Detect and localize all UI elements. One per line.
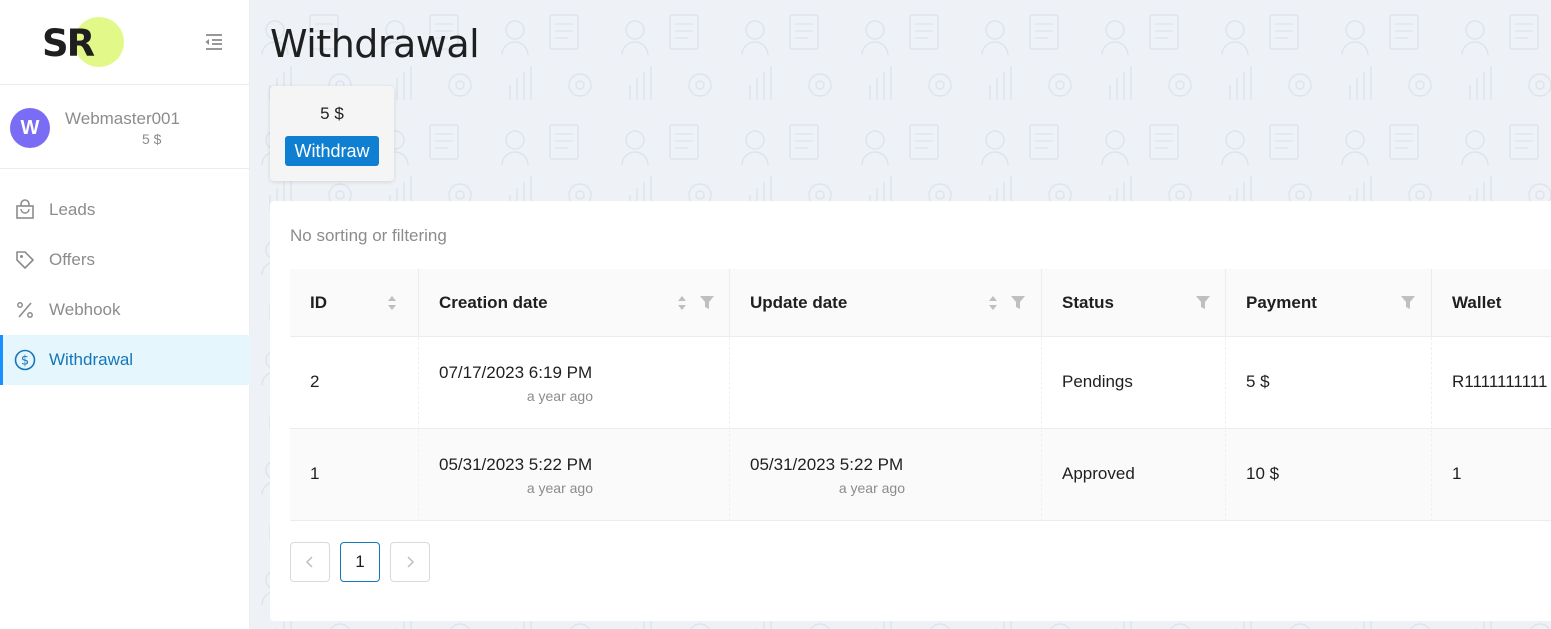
relative-time: a year ago [526, 388, 593, 404]
filter-icon[interactable] [700, 296, 714, 309]
cell-payment: 5 $ [1226, 337, 1432, 429]
table-row[interactable]: 1 05/31/2023 5:22 PM a year ago 05/31/20… [290, 429, 1551, 521]
svg-text:$: $ [21, 354, 29, 369]
menu-fold-icon[interactable] [203, 31, 225, 53]
chevron-left-icon [305, 556, 313, 568]
cell-wallet: 1 [1452, 464, 1462, 483]
user-profile[interactable]: W Webmaster001 5 $ [0, 85, 249, 169]
username: Webmaster001 [65, 109, 180, 128]
logo-text: SR [42, 22, 95, 65]
column-header-update-date[interactable]: Update date [730, 269, 1042, 337]
table-row[interactable]: 2 07/17/2023 6:19 PM a year ago Pendings… [290, 337, 1551, 429]
column-header-creation-date[interactable]: Creation date [419, 269, 730, 337]
cell-payment: 10 $ [1226, 429, 1432, 521]
filter-icon[interactable] [1401, 296, 1415, 309]
column-header-status[interactable]: Status [1042, 269, 1226, 337]
cell-creation-date: 07/17/2023 6:19 PM a year ago [419, 337, 730, 429]
cell-update-date: 05/31/2023 5:22 PM a year ago [730, 429, 1042, 521]
sidebar-item-label: Withdrawal [49, 350, 134, 369]
shopping-bag-icon [16, 199, 34, 219]
pagination-next-button[interactable] [390, 542, 430, 582]
cell-update-date [730, 337, 1042, 429]
cell-id: 1 [290, 429, 419, 521]
filter-icon[interactable] [1196, 296, 1210, 309]
column-label: Update date [750, 293, 848, 312]
pagination-prev-button[interactable] [290, 542, 330, 582]
main-content: Withdrawal 5 $ Withdraw No sorting or fi… [250, 0, 1551, 629]
logo-row: SR [0, 0, 249, 85]
balance-card: 5 $ Withdraw [270, 86, 394, 181]
column-label: Creation date [439, 293, 548, 312]
sidebar: SR W Webmaster001 5 $ Leads Offers Webho… [0, 0, 250, 629]
pagination-page-1[interactable]: 1 [340, 542, 380, 582]
chevron-right-icon [407, 556, 415, 568]
table-header: ID Creation date Update date Status Paym… [290, 269, 1551, 337]
filter-icon[interactable] [1011, 296, 1025, 309]
column-label: Wallet [1452, 293, 1502, 312]
sidebar-item-offers[interactable]: Offers [0, 235, 250, 285]
cell-creation-date: 05/31/2023 5:22 PM a year ago [419, 429, 730, 521]
balance-amount: 5 $ [320, 104, 344, 123]
column-header-wallet[interactable]: Wallet [1432, 269, 1551, 337]
column-label: Status [1062, 293, 1114, 312]
column-header-id[interactable]: ID [290, 269, 419, 337]
sidebar-item-label: Leads [49, 200, 96, 219]
cell-id: 2 [290, 337, 419, 429]
dollar-circle-icon: $ [14, 349, 36, 371]
sidebar-item-webhook[interactable]: Webhook [0, 285, 250, 335]
cell-status: Pendings [1042, 337, 1226, 429]
sidebar-item-label: Webhook [49, 300, 121, 319]
percent-icon [17, 302, 33, 318]
avatar[interactable]: W [10, 108, 50, 148]
filter-status-text: No sorting or filtering [290, 226, 447, 245]
column-label: Payment [1246, 293, 1317, 312]
user-balance: 5 $ [142, 131, 162, 147]
cell-wallet: R1111111111 [1452, 372, 1548, 391]
sidebar-item-withdrawal[interactable]: $ Withdrawal [0, 335, 250, 385]
relative-time: a year ago [526, 480, 593, 496]
sidebar-menu: Leads Offers Webhook $ Withdrawal [0, 185, 250, 385]
withdrawals-panel: No sorting or filtering ID Creation date [270, 201, 1551, 621]
page-title: Withdrawal [270, 22, 480, 66]
app-logo[interactable]: SR [42, 16, 124, 68]
cell-status: Approved [1042, 429, 1226, 521]
sidebar-item-label: Offers [49, 250, 95, 269]
withdraw-button[interactable]: Withdraw [285, 136, 379, 166]
column-label: ID [310, 293, 327, 312]
sidebar-item-leads[interactable]: Leads [0, 185, 250, 235]
column-header-payment[interactable]: Payment [1226, 269, 1432, 337]
sort-icon[interactable] [988, 294, 998, 312]
sort-icon[interactable] [677, 294, 687, 312]
tag-icon [16, 251, 34, 269]
sort-icon[interactable] [387, 294, 397, 312]
relative-time: a year ago [838, 480, 905, 496]
